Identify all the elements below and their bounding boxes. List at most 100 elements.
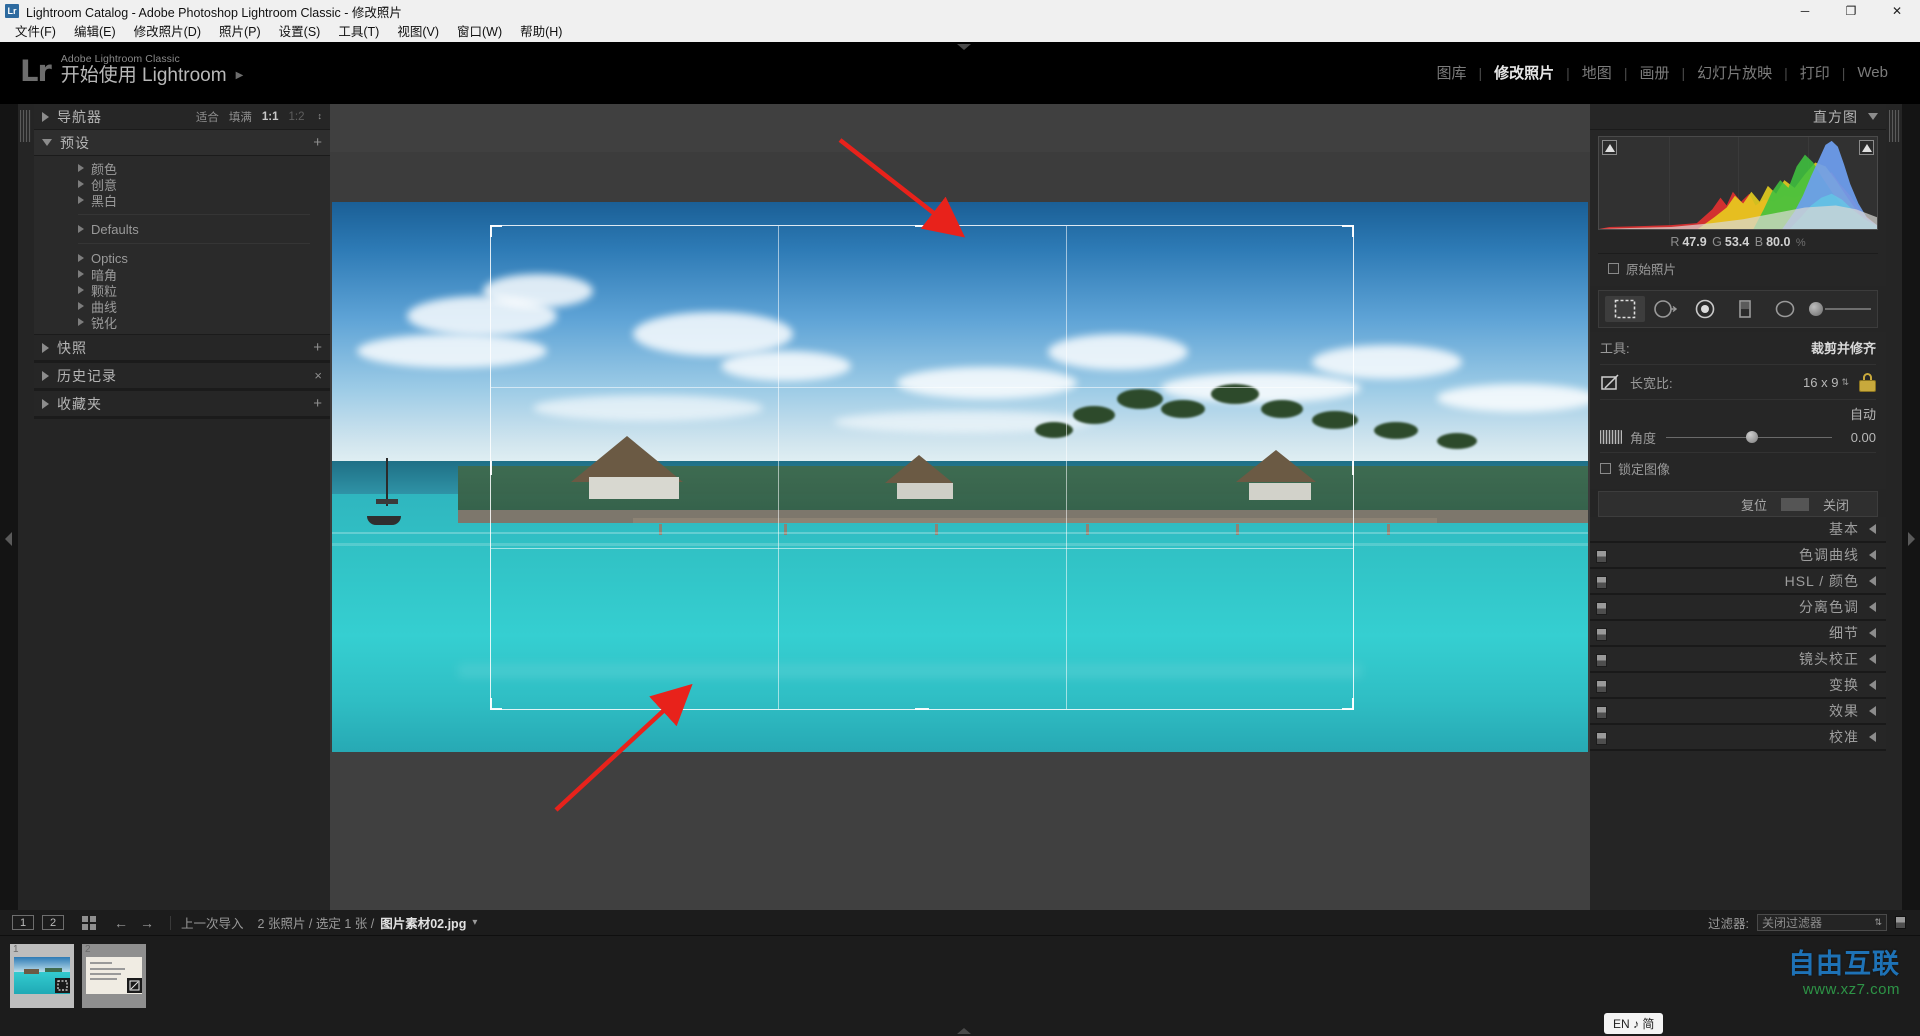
preset-group-curve[interactable]: 曲线 — [34, 298, 330, 315]
original-photo-row[interactable]: 原始照片 — [1598, 253, 1878, 284]
adjustment-brush-tool-icon[interactable] — [1805, 302, 1871, 316]
panel-history-header[interactable]: 历史记录 × — [34, 363, 330, 389]
menu-file[interactable]: 文件(F) — [6, 22, 65, 42]
original-photo-checkbox[interactable] — [1608, 263, 1619, 274]
crop-angle-value[interactable]: 0.00 — [1842, 430, 1876, 445]
histogram-graph[interactable] — [1598, 136, 1878, 230]
section-switch[interactable] — [1596, 550, 1607, 563]
module-book[interactable]: 画册 — [1627, 62, 1681, 83]
filmstrip-collapse-arrow[interactable] — [957, 1028, 971, 1034]
add-snapshot-button[interactable]: + — [313, 340, 322, 355]
crop-angle-slider[interactable] — [1666, 430, 1832, 443]
section-switch[interactable] — [1596, 706, 1607, 719]
add-collection-button[interactable]: + — [313, 396, 322, 411]
spot-removal-tool-icon[interactable] — [1645, 296, 1685, 322]
section-calibration[interactable]: 校准 — [1590, 725, 1886, 751]
close-button[interactable]: ✕ — [1874, 0, 1920, 22]
straighten-icon[interactable] — [1600, 430, 1622, 444]
nav-zoom-1to2[interactable]: 1:2 — [289, 111, 305, 123]
right-panel-collapse-strip[interactable] — [1902, 104, 1920, 974]
identity-plate[interactable]: Lr Adobe Lightroom Classic 开始使用 Lightroo… — [20, 53, 244, 86]
section-switch[interactable] — [1596, 628, 1607, 641]
section-switch[interactable] — [1596, 732, 1607, 745]
constrain-crop-checkbox[interactable] — [1600, 462, 1611, 474]
section-detail[interactable]: 细节 — [1590, 621, 1886, 647]
ime-indicator[interactable]: EN ♪ 简 — [1604, 1013, 1664, 1034]
filmstrip-source[interactable]: 上一次导入 — [181, 913, 244, 932]
add-preset-button[interactable]: + — [313, 135, 322, 150]
section-tone-curve[interactable]: 色调曲线 — [1590, 543, 1886, 569]
preset-group-defaults[interactable]: Defaults — [34, 221, 330, 237]
menu-photo[interactable]: 照片(P) — [210, 22, 270, 42]
crop-aspect-value[interactable]: 16 x 9 — [1803, 375, 1838, 390]
auto-straighten-button[interactable]: 自动 — [1850, 404, 1876, 423]
section-switch[interactable] — [1596, 576, 1607, 589]
preset-group-vignette[interactable]: 暗角 — [34, 266, 330, 283]
section-switch[interactable] — [1596, 680, 1607, 693]
section-switch[interactable] — [1596, 654, 1607, 667]
menu-help[interactable]: 帮助(H) — [511, 22, 571, 42]
panel-collections-header[interactable]: 收藏夹 + — [34, 391, 330, 417]
screen-1-button[interactable]: 1 — [12, 915, 34, 930]
menu-settings[interactable]: 设置(S) — [270, 22, 330, 42]
section-effects[interactable]: 效果 — [1590, 699, 1886, 725]
go-forward-icon[interactable]: → — [140, 915, 154, 931]
filter-enable-switch[interactable] — [1895, 916, 1906, 929]
shadow-clipping-indicator[interactable] — [1602, 140, 1617, 155]
preset-group-bw[interactable]: 黑白 — [34, 192, 330, 209]
maximize-button[interactable]: ❐ — [1828, 0, 1874, 22]
section-hsl-color[interactable]: HSL / 颜色 — [1590, 569, 1886, 595]
graduated-filter-tool-icon[interactable] — [1725, 296, 1765, 322]
module-map[interactable]: 地图 — [1570, 62, 1624, 83]
panel-snapshots-header[interactable]: 快照 + — [34, 335, 330, 361]
nav-zoom-stepper-icon[interactable]: ↕ — [318, 112, 323, 121]
panel-presets-header[interactable]: 预设 + — [34, 130, 330, 156]
nav-zoom-1to1[interactable]: 1:1 — [262, 111, 279, 123]
filmstrip-thumb[interactable]: 2 — [82, 944, 146, 1008]
crop-overlay-tool-icon[interactable] — [1605, 296, 1645, 322]
go-back-icon[interactable]: ← — [114, 915, 128, 931]
section-lens-corrections[interactable]: 镜头校正 — [1590, 647, 1886, 673]
crop-close-button[interactable]: 关闭 — [1809, 495, 1863, 514]
crop-aspect-stepper-icon[interactable]: ⇅ — [1841, 377, 1849, 387]
section-transform[interactable]: 变换 — [1590, 673, 1886, 699]
preset-group-grain[interactable]: 颗粒 — [34, 282, 330, 299]
screen-2-button[interactable]: 2 — [42, 915, 64, 930]
preset-group-optics[interactable]: Optics — [34, 250, 330, 266]
filmstrip-filename[interactable]: 图片素材02.jpg — [380, 913, 466, 932]
filter-dropdown[interactable]: 关闭过滤器 ⇅ — [1757, 914, 1887, 931]
module-library[interactable]: 图库 — [1424, 62, 1478, 83]
panel-navigator-header[interactable]: 导航器 适合 填满 1:1 1:2 ↕ — [34, 104, 330, 130]
menu-develop[interactable]: 修改照片(D) — [125, 22, 210, 42]
section-split-toning[interactable]: 分离色调 — [1590, 595, 1886, 621]
nav-zoom-fit[interactable]: 适合 — [196, 109, 219, 125]
menu-edit[interactable]: 编辑(E) — [65, 22, 125, 42]
grid-view-icon[interactable] — [82, 915, 96, 930]
left-panel-grip[interactable] — [20, 110, 31, 142]
module-slideshow[interactable]: 幻灯片放映 — [1685, 62, 1784, 83]
minimize-button[interactable]: ─ — [1782, 0, 1828, 22]
identity-caret-icon[interactable]: ▶ — [236, 71, 244, 82]
crop-angle-knob[interactable] — [1745, 430, 1758, 443]
lock-icon[interactable] — [1859, 372, 1876, 392]
filmstrip-filename-caret-icon[interactable]: ▾ — [472, 917, 477, 928]
crop-frame-icon[interactable] — [1600, 372, 1622, 392]
clear-history-button[interactable]: × — [314, 369, 322, 382]
crop-rectangle[interactable] — [490, 225, 1354, 710]
section-switch[interactable] — [1596, 602, 1607, 615]
menu-tools[interactable]: 工具(T) — [329, 22, 388, 42]
filmstrip-thumb[interactable]: 1 — [10, 944, 74, 1008]
radial-filter-tool-icon[interactable] — [1765, 296, 1805, 322]
section-basic[interactable]: 基本 — [1590, 517, 1886, 543]
module-print[interactable]: 打印 — [1788, 62, 1842, 83]
preset-group-sharpening[interactable]: 锐化 — [34, 314, 330, 331]
top-panel-toggle-arrow[interactable] — [957, 44, 971, 50]
red-eye-tool-icon[interactable] — [1685, 296, 1725, 322]
menu-window[interactable]: 窗口(W) — [448, 22, 511, 42]
module-web[interactable]: Web — [1845, 64, 1900, 81]
module-develop[interactable]: 修改照片 — [1482, 62, 1566, 83]
left-panel-collapse-strip[interactable] — [0, 104, 18, 974]
preset-group-color[interactable]: 颜色 — [34, 160, 330, 177]
crop-constrain-row[interactable]: 锁定图像 — [1600, 455, 1876, 481]
preset-group-creative[interactable]: 创意 — [34, 176, 330, 193]
